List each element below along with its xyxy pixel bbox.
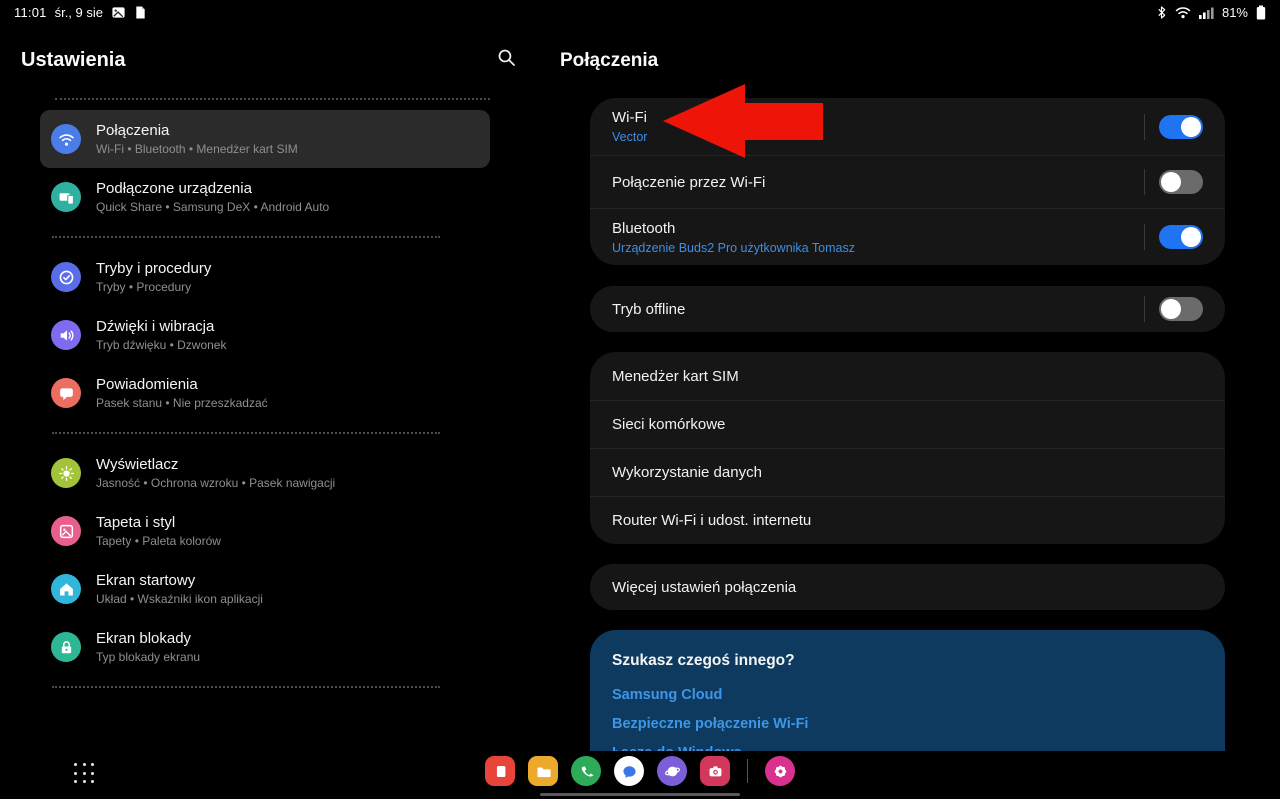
sidebar-title: Ustawienia bbox=[21, 49, 125, 72]
wifi-calling-toggle[interactable] bbox=[1159, 170, 1203, 194]
notifications-icon bbox=[51, 378, 81, 408]
row-toggle-divider bbox=[1144, 296, 1145, 322]
hotspot-tethering-label: Router Wi-Fi i udost. internetu bbox=[612, 512, 811, 529]
sidebar-item-subtitle: Typ blokady ekranu bbox=[96, 650, 200, 664]
internet-app-icon[interactable] bbox=[657, 756, 687, 786]
bluetooth-device-name: Urządzenie Buds2 Pro użytkownika Tomasz bbox=[612, 241, 855, 255]
phone-app-icon[interactable] bbox=[571, 756, 601, 786]
screenshot-notification-icon bbox=[134, 5, 147, 20]
modes-icon bbox=[51, 262, 81, 292]
sidebar-item-connected-devices[interactable]: Podłączone urządzenia Quick Share • Sams… bbox=[40, 168, 490, 226]
gesture-bar[interactable] bbox=[540, 793, 740, 796]
section-divider bbox=[52, 686, 440, 688]
more-settings-card: Więcej ustawień połączenia bbox=[590, 564, 1225, 610]
wifi-status-icon bbox=[1175, 6, 1191, 19]
sidebar-item-label: Powiadomienia bbox=[96, 376, 268, 393]
more-connection-settings-label: Więcej ustawień połączenia bbox=[612, 579, 796, 596]
wifi-calling-label: Połączenie przez Wi-Fi bbox=[612, 174, 765, 191]
row-sim-manager[interactable]: Menedżer kart SIM bbox=[590, 352, 1225, 400]
sidebar-item-subtitle: Jasność • Ochrona wzroku • Pasek nawigac… bbox=[96, 476, 335, 490]
home-icon bbox=[51, 574, 81, 604]
sidebar-item-subtitle: Quick Share • Samsung DeX • Android Auto bbox=[96, 200, 329, 214]
date: śr., 9 sie bbox=[55, 5, 103, 20]
taskbar bbox=[0, 751, 1280, 799]
link-samsung-cloud[interactable]: Samsung Cloud bbox=[612, 687, 1203, 703]
airplane-mode-card: Tryb offline bbox=[590, 286, 1225, 332]
suggestions-title: Szukasz czegoś innego? bbox=[612, 652, 1203, 670]
sim-manager-label: Menedżer kart SIM bbox=[612, 368, 739, 385]
row-mobile-networks[interactable]: Sieci komórkowe bbox=[590, 400, 1225, 448]
devices-icon bbox=[51, 182, 81, 212]
section-divider bbox=[52, 236, 440, 238]
camera-app-icon[interactable] bbox=[700, 756, 730, 786]
sidebar-item-notifications[interactable]: Powiadomienia Pasek stanu • Nie przeszka… bbox=[40, 364, 490, 422]
page-title: Połączenia bbox=[560, 24, 1280, 72]
messages-app-icon[interactable] bbox=[614, 756, 644, 786]
row-toggle-divider bbox=[1144, 224, 1145, 250]
link-secure-wifi[interactable]: Bezpieczne połączenie Wi-Fi bbox=[612, 716, 1203, 732]
sidebar-item-label: Dźwięki i wibracja bbox=[96, 318, 226, 335]
sidebar-item-subtitle: Pasek stanu • Nie przeszkadzać bbox=[96, 396, 268, 410]
sidebar-item-subtitle: Wi-Fi • Bluetooth • Menedżer kart SIM bbox=[96, 142, 298, 156]
image-notification-icon bbox=[111, 5, 126, 20]
row-hotspot-tethering[interactable]: Router Wi-Fi i udost. internetu bbox=[590, 496, 1225, 544]
my-files-app-icon[interactable] bbox=[528, 756, 558, 786]
sidebar-item-subtitle: Tapety • Paleta kolorów bbox=[96, 534, 221, 548]
battery-icon bbox=[1256, 5, 1266, 20]
sidebar-item-label: Ekran startowy bbox=[96, 572, 263, 589]
bluetooth-status-icon bbox=[1156, 5, 1167, 20]
sidebar-item-sounds-vibration[interactable]: Dźwięki i wibracja Tryb dźwięku • Dzwone… bbox=[40, 306, 490, 364]
airplane-mode-toggle[interactable] bbox=[1159, 297, 1203, 321]
gallery-app-icon[interactable] bbox=[765, 756, 795, 786]
status-bar: 11:01 śr., 9 sie 81% bbox=[0, 0, 1280, 24]
sidebar-item-lock-screen[interactable]: Ekran blokady Typ blokady ekranu bbox=[40, 618, 490, 676]
mobile-networks-label: Sieci komórkowe bbox=[612, 416, 725, 433]
sidebar-item-label: Podłączone urządzenia bbox=[96, 180, 329, 197]
sidebar-item-connections[interactable]: Połączenia Wi-Fi • Bluetooth • Menedżer … bbox=[40, 110, 490, 168]
airplane-mode-label: Tryb offline bbox=[612, 301, 685, 318]
sidebar-item-label: Tryby i procedury bbox=[96, 260, 211, 277]
sidebar-item-subtitle: Tryb dźwięku • Dzwonek bbox=[96, 338, 226, 352]
row-more-connection-settings[interactable]: Więcej ustawień połączenia bbox=[590, 564, 1225, 610]
row-toggle-divider bbox=[1144, 114, 1145, 140]
wallpaper-icon bbox=[51, 516, 81, 546]
sidebar-item-label: Połączenia bbox=[96, 122, 298, 139]
sidebar-item-modes-routines[interactable]: Tryby i procedury Tryby • Procedury bbox=[40, 248, 490, 306]
wifi-network-name: Vector bbox=[612, 130, 647, 144]
section-divider bbox=[55, 98, 490, 100]
sidebar-item-subtitle: Tryby • Procedury bbox=[96, 280, 211, 294]
dock-divider bbox=[747, 759, 748, 783]
sidebar-item-subtitle: Układ • Wskaźniki ikon aplikacji bbox=[96, 592, 263, 606]
sidebar-item-wallpaper-style[interactable]: Tapeta i styl Tapety • Paleta kolorów bbox=[40, 502, 490, 560]
row-data-usage[interactable]: Wykorzystanie danych bbox=[590, 448, 1225, 496]
section-divider bbox=[52, 432, 440, 434]
settings-sidebar: Ustawienia Połączenia Wi-Fi • Bluetooth … bbox=[0, 24, 540, 751]
sidebar-item-label: Wyświetlacz bbox=[96, 456, 335, 473]
notes-app-icon[interactable] bbox=[485, 756, 515, 786]
settings-app: 11:01 śr., 9 sie 81% bbox=[0, 0, 1280, 799]
sound-icon bbox=[51, 320, 81, 350]
pointer-arrow bbox=[650, 78, 830, 168]
data-usage-label: Wykorzystanie danych bbox=[612, 464, 762, 481]
sidebar-item-display[interactable]: Wyświetlacz Jasność • Ochrona wzroku • P… bbox=[40, 444, 490, 502]
display-icon bbox=[51, 458, 81, 488]
wifi-toggle[interactable] bbox=[1159, 115, 1203, 139]
bluetooth-label: Bluetooth bbox=[612, 220, 855, 237]
wifi-label: Wi-Fi bbox=[612, 109, 647, 126]
row-toggle-divider bbox=[1144, 169, 1145, 195]
wifi-icon bbox=[51, 124, 81, 154]
search-icon[interactable] bbox=[497, 48, 516, 72]
lock-icon bbox=[51, 632, 81, 662]
clock: 11:01 bbox=[14, 5, 47, 20]
network-links-card: Menedżer kart SIM Sieci komórkowe Wykorz… bbox=[590, 352, 1225, 544]
battery-percent: 81% bbox=[1222, 5, 1248, 20]
sidebar-item-home-screen[interactable]: Ekran startowy Układ • Wskaźniki ikon ap… bbox=[40, 560, 490, 618]
sidebar-item-label: Tapeta i styl bbox=[96, 514, 221, 531]
sidebar-item-label: Ekran blokady bbox=[96, 630, 200, 647]
signal-status-icon bbox=[1199, 6, 1214, 19]
bluetooth-toggle[interactable] bbox=[1159, 225, 1203, 249]
row-airplane-mode[interactable]: Tryb offline bbox=[590, 286, 1225, 332]
row-bluetooth[interactable]: Bluetooth Urządzenie Buds2 Pro użytkowni… bbox=[590, 208, 1225, 265]
